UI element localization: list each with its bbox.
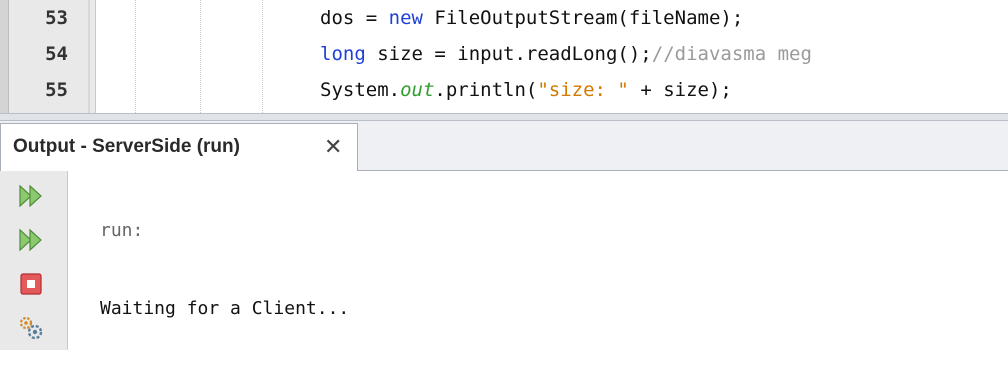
rerun-with-options-button[interactable] bbox=[12, 221, 50, 259]
stop-button[interactable] bbox=[12, 265, 50, 303]
code-token: + size); bbox=[628, 79, 732, 101]
output-toolbar bbox=[0, 171, 68, 350]
line-number: 55 bbox=[45, 79, 68, 101]
tab-output-serverside[interactable]: Output - ServerSide (run) ✕ bbox=[0, 123, 358, 171]
output-window[interactable]: run: Waiting for a Client... bbox=[0, 171, 1008, 350]
field-token: out bbox=[400, 79, 435, 101]
output-console-text[interactable]: run: Waiting for a Client... bbox=[100, 171, 349, 369]
close-icon[interactable]: ✕ bbox=[324, 124, 342, 170]
rerun-with-options-icon bbox=[19, 228, 42, 252]
code-text[interactable]: dos = new FileOutputStream(fileName); bbox=[320, 0, 743, 36]
code-text[interactable]: long size = input.readLong();//diavasma … bbox=[320, 36, 812, 72]
settings-icon bbox=[19, 316, 43, 340]
string-token: "size: " bbox=[537, 79, 629, 101]
stop-icon bbox=[20, 273, 42, 295]
line-number: 54 bbox=[45, 43, 68, 65]
comment-token: //diavasma meg bbox=[651, 43, 812, 65]
keyword-token: long bbox=[320, 43, 366, 65]
console-line: Waiting for a Client... bbox=[100, 298, 350, 319]
code-editor[interactable]: 53 dos = new FileOutputStream(fileName);… bbox=[0, 0, 1008, 113]
console-line: run: bbox=[100, 220, 144, 241]
tab-label: Output - ServerSide (run) bbox=[13, 136, 240, 157]
code-token: .println( bbox=[434, 79, 538, 101]
code-token: System. bbox=[320, 79, 401, 101]
code-text[interactable]: System.out.println("size: " + size); bbox=[320, 72, 732, 108]
output-tab-bar: Output - ServerSide (run) ✕ bbox=[0, 121, 1008, 171]
code-token: size = input.readLong(); bbox=[365, 43, 652, 65]
keyword-token: new bbox=[388, 7, 423, 29]
panel-splitter[interactable] bbox=[0, 113, 1008, 121]
rerun-button[interactable] bbox=[12, 177, 50, 215]
code-token: FileOutputStream(fileName); bbox=[422, 7, 744, 29]
code-token: dos = bbox=[320, 7, 389, 29]
settings-button[interactable] bbox=[12, 309, 50, 347]
line-number: 53 bbox=[45, 7, 68, 29]
code-line[interactable]: 54 long size = input.readLong();//diavas… bbox=[0, 36, 1008, 72]
code-line[interactable]: 55 System.out.println("size: " + size); bbox=[0, 72, 1008, 108]
rerun-icon bbox=[19, 184, 42, 208]
code-line[interactable]: 53 dos = new FileOutputStream(fileName); bbox=[0, 0, 1008, 36]
